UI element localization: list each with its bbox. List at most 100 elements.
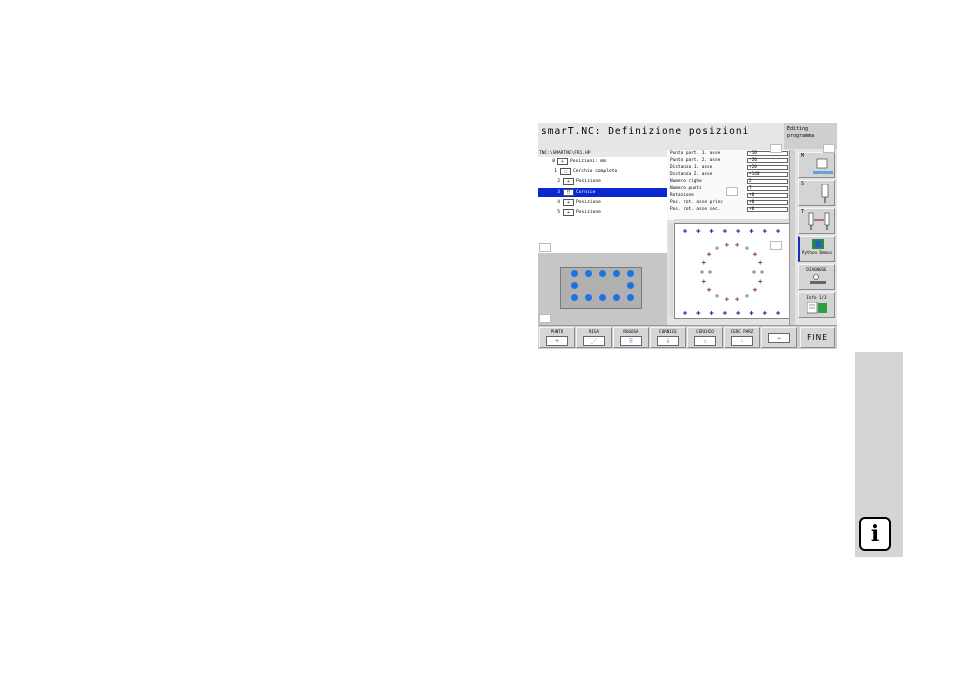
frame-point bbox=[722, 311, 727, 315]
drill-hole bbox=[613, 294, 620, 301]
tree-row-label: Posizione bbox=[576, 200, 601, 205]
info-margin-tab: i bbox=[855, 352, 903, 557]
arc-icon: ⁖ bbox=[731, 336, 753, 346]
callout-box bbox=[539, 314, 551, 323]
tree-row-number: 3 bbox=[557, 190, 560, 195]
tree-row-number: 2 bbox=[557, 179, 560, 184]
form-row: Pos. rot. asse sec. +0 bbox=[667, 207, 788, 213]
python-demos-button[interactable]: Python Demos bbox=[798, 236, 835, 262]
row-softkey[interactable]: RIGA ⋰ bbox=[576, 327, 612, 348]
circle-point bbox=[735, 242, 740, 247]
secondary-axis-rotation-field[interactable]: +0 bbox=[747, 207, 788, 212]
tree-row[interactable]: 2 + Posizione bbox=[538, 177, 667, 186]
softkey-label: CERCHIO bbox=[696, 329, 714, 334]
spindle-icon bbox=[821, 184, 829, 203]
window-title: smarT.NC: Definizione posizioni bbox=[541, 126, 750, 137]
circle-point bbox=[701, 279, 706, 284]
frame-point bbox=[709, 311, 714, 315]
softkey-bar: PUNTO + RIGA ⋰ RUGOSA ⠿ CORNICE ⁞⁞ CERCHIO ∴ … bbox=[538, 325, 837, 349]
tree-row[interactable]: 4 + Posizione bbox=[538, 198, 667, 207]
arc-softkey[interactable]: CERC PARZ ⁖ bbox=[724, 327, 760, 348]
frame-point bbox=[749, 229, 754, 233]
circle-point bbox=[724, 242, 729, 247]
point-softkey[interactable]: PUNTO + bbox=[539, 327, 575, 348]
position-icon: + bbox=[563, 199, 574, 206]
number-of-rows-field[interactable]: 2 bbox=[747, 179, 788, 184]
end-button[interactable]: FINE bbox=[800, 327, 835, 348]
main-axis-rotation-field[interactable]: +0 bbox=[747, 200, 788, 205]
start-point-axis2-field[interactable]: -20 bbox=[747, 158, 788, 163]
workpiece-preview bbox=[538, 253, 667, 325]
softkey-label: CERC PARZ bbox=[730, 329, 754, 334]
circle-point bbox=[752, 252, 757, 257]
python-logo-icon bbox=[812, 239, 824, 249]
tree-row-label: Cornice bbox=[576, 190, 596, 195]
circle-softkey[interactable]: CERCHIO ∴ bbox=[687, 327, 723, 348]
m-function-button[interactable]: M bbox=[798, 152, 835, 178]
tree-row-selected[interactable]: 3 ⠿ Cornice bbox=[538, 188, 667, 197]
frame-point bbox=[776, 311, 781, 315]
circle-point bbox=[708, 270, 712, 274]
drill-hole bbox=[585, 294, 592, 301]
circle-point bbox=[715, 246, 719, 251]
side-softkey-bar: M S T Python Demos DIAGNOSE Info 1/3 bbox=[795, 150, 837, 325]
number-of-points-field[interactable]: 7 bbox=[747, 186, 788, 191]
form-row: Numero righe 2 bbox=[667, 179, 788, 185]
softkey-label: RIGA bbox=[588, 329, 600, 334]
info-button[interactable]: Info 1/3 bbox=[798, 292, 835, 318]
diagnose-button[interactable]: DIAGNOSE bbox=[798, 264, 835, 290]
file-path: TNC:\SMARTNC\FR1.HP bbox=[538, 150, 668, 157]
drill-hole bbox=[571, 294, 578, 301]
drill-hole bbox=[627, 282, 634, 289]
drill-hole bbox=[571, 270, 578, 277]
circle-point bbox=[760, 270, 764, 274]
spindle-speed-button[interactable]: S bbox=[798, 180, 835, 206]
position-icon: + bbox=[563, 209, 574, 216]
rotation-field[interactable]: +0 bbox=[747, 193, 788, 198]
circle-point bbox=[715, 293, 719, 298]
tree-row-label: Cerchio completo bbox=[573, 169, 618, 174]
side-button-label: DIAGNOSE bbox=[806, 267, 827, 272]
full-circle-icon: ∴ bbox=[560, 168, 571, 175]
frame-point bbox=[749, 311, 754, 315]
softkey-label: RUGOSA bbox=[623, 329, 639, 334]
title-bar: smarT.NC: Definizione posizioni bbox=[538, 123, 784, 149]
tool-call-button[interactable]: T bbox=[798, 208, 835, 234]
info-page-icon bbox=[807, 302, 827, 314]
field-label: Distanza 2. asse bbox=[670, 172, 713, 177]
field-label: Numero punti bbox=[670, 186, 702, 191]
drill-hole bbox=[599, 294, 606, 301]
grid-softkey[interactable]: RUGOSA ⠿ bbox=[613, 327, 649, 348]
tree-row[interactable]: 0 + Posizioni: mm bbox=[538, 157, 667, 166]
extra-softkey[interactable]: ⇔ bbox=[761, 327, 797, 348]
circle-point bbox=[707, 252, 712, 257]
pattern-graphic-canvas bbox=[683, 229, 781, 315]
frame-softkey[interactable]: CORNICE ⁞⁞ bbox=[650, 327, 686, 348]
callout-box bbox=[770, 144, 782, 153]
softkey-label: PUNTO bbox=[550, 329, 564, 334]
pattern-graphic bbox=[674, 223, 790, 319]
smartnc-screen: smarT.NC: Definizione posizioni Editing … bbox=[538, 123, 837, 349]
side-button-label: Info 1/3 bbox=[806, 295, 827, 300]
tree-row[interactable]: 1 ∴ Cerchio completo bbox=[538, 167, 667, 176]
frame-point bbox=[736, 311, 741, 315]
mode-label-line2: programma bbox=[787, 133, 815, 139]
callout-box bbox=[539, 243, 551, 252]
spacing-axis1-field[interactable]: +20 bbox=[747, 165, 788, 170]
field-label: Rotazione bbox=[670, 193, 694, 198]
spacing-axis2-field[interactable]: +140 bbox=[747, 172, 788, 177]
field-label: Punto part. 1. asse bbox=[670, 151, 721, 156]
form-row: Distanza 2. asse +140 bbox=[667, 172, 788, 178]
circle-point bbox=[700, 270, 704, 274]
circle-point bbox=[758, 279, 763, 284]
side-key-label: S bbox=[801, 181, 805, 187]
circle-point bbox=[752, 287, 757, 292]
frame-point bbox=[776, 229, 781, 233]
tree-row-number: 5 bbox=[557, 210, 560, 215]
tree-row[interactable]: 5 + Posizione bbox=[538, 208, 667, 217]
info-icon: i bbox=[859, 517, 891, 551]
frame-pattern-icon: ⠿ bbox=[563, 189, 574, 196]
field-label: Numero righe bbox=[670, 179, 702, 184]
frame-point bbox=[683, 311, 687, 315]
circle-point bbox=[735, 297, 740, 302]
